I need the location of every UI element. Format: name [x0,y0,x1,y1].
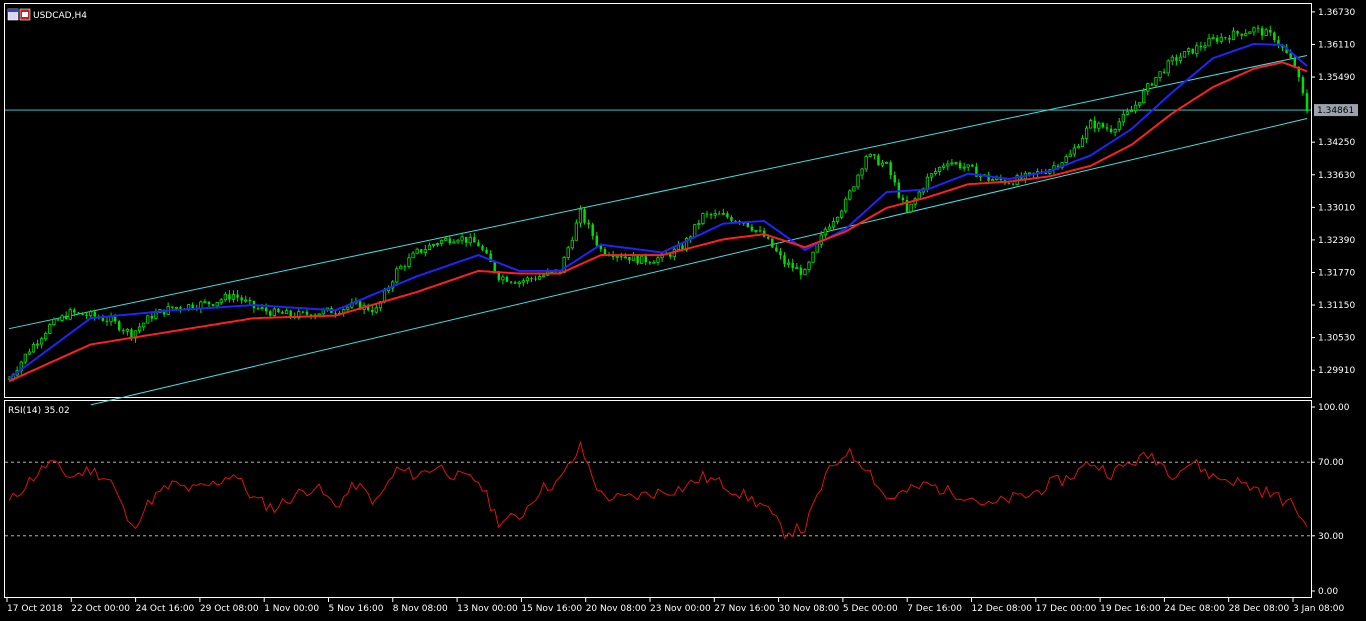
time-tick-label: 7 Dec 16:00 [907,604,962,614]
price-tick-label: 1.32390 [1318,236,1355,246]
rsi-tick-label: 30.00 [1318,532,1344,542]
candle [317,313,321,316]
candle [1182,51,1187,58]
time-tick-label: 5 Dec 00:00 [843,604,898,614]
candle [1154,77,1158,87]
candle [803,268,807,276]
candle [701,212,705,226]
candle [146,314,150,324]
time-tick-label: 1 Nov 00:00 [264,604,319,614]
current-price-label: 1.34861 [1317,106,1354,116]
price-tick-label: 1.31770 [1318,268,1355,278]
time-tick-label: 17 Oct 2018 [7,604,63,614]
time-tick-label: 15 Nov 16:00 [521,604,582,614]
time-tick-label: 20 Nov 08:00 [586,604,647,614]
candle [117,319,121,332]
trading-chart[interactable]: 1.34861 1.36730 1.36110 1.35490 1.34250 1.33… [0,0,1366,621]
rsi-tick-label: 70.00 [1318,458,1344,468]
time-tick-label: 12 Dec 08:00 [972,604,1033,614]
candle [68,307,72,321]
time-tick-label: 27 Nov 16:00 [714,604,775,614]
price-tick-label: 1.31150 [1318,301,1355,311]
candle [640,255,644,264]
time-tick-label: 13 Nov 00:00 [457,604,518,614]
candle [771,238,774,248]
candle [844,196,848,214]
candle [811,251,815,264]
time-tick-label: 23 Nov 00:00 [650,604,711,614]
candle [848,189,852,201]
candle [909,203,913,214]
candle [1301,75,1305,96]
time-tick-label: 24 Dec 08:00 [1164,604,1225,614]
time-tick-label: 22 Oct 00:00 [71,604,130,614]
price-tick-label: 1.36730 [1318,8,1355,18]
price-tick-label: 1.33010 [1318,203,1355,213]
time-tick-label: 8 Nov 08:00 [393,604,448,614]
time-tick-label: 17 Dec 00:00 [1036,604,1097,614]
price-tick-label: 1.30530 [1318,334,1355,344]
candle [48,323,52,335]
candle [583,207,586,225]
time-tick-label: 28 Dec 08:00 [1229,604,1290,614]
time-tick-label: 5 Nov 16:00 [329,604,384,614]
time-tick-label: 3 Jan 08:00 [1293,604,1345,614]
rsi-title: RSI(14) 35.02 [8,406,70,416]
time-tick-label: 30 Nov 08:00 [779,604,840,614]
price-tick-label: 1.33630 [1318,171,1355,181]
rsi-tick-label: 0.00 [1318,587,1338,597]
price-tick-label: 1.29910 [1318,366,1355,376]
time-tick-label: 29 Oct 08:00 [200,604,259,614]
price-tick-label: 1.34250 [1318,138,1355,148]
time-tick-label: 19 Dec 16:00 [1100,604,1161,614]
time-tick-label: 24 Oct 16:00 [136,604,195,614]
candle [852,186,856,192]
candle [1191,48,1194,55]
rsi-tick-label: 100.00 [1318,403,1350,413]
price-tick-label: 1.36110 [1318,40,1355,50]
candle [81,312,84,316]
symbol-title: USDCAD,H4 [33,11,87,21]
candle [395,266,399,285]
price-tick-label: 1.35490 [1318,73,1355,83]
symbol-header: USDCAD,H4 [7,8,87,21]
